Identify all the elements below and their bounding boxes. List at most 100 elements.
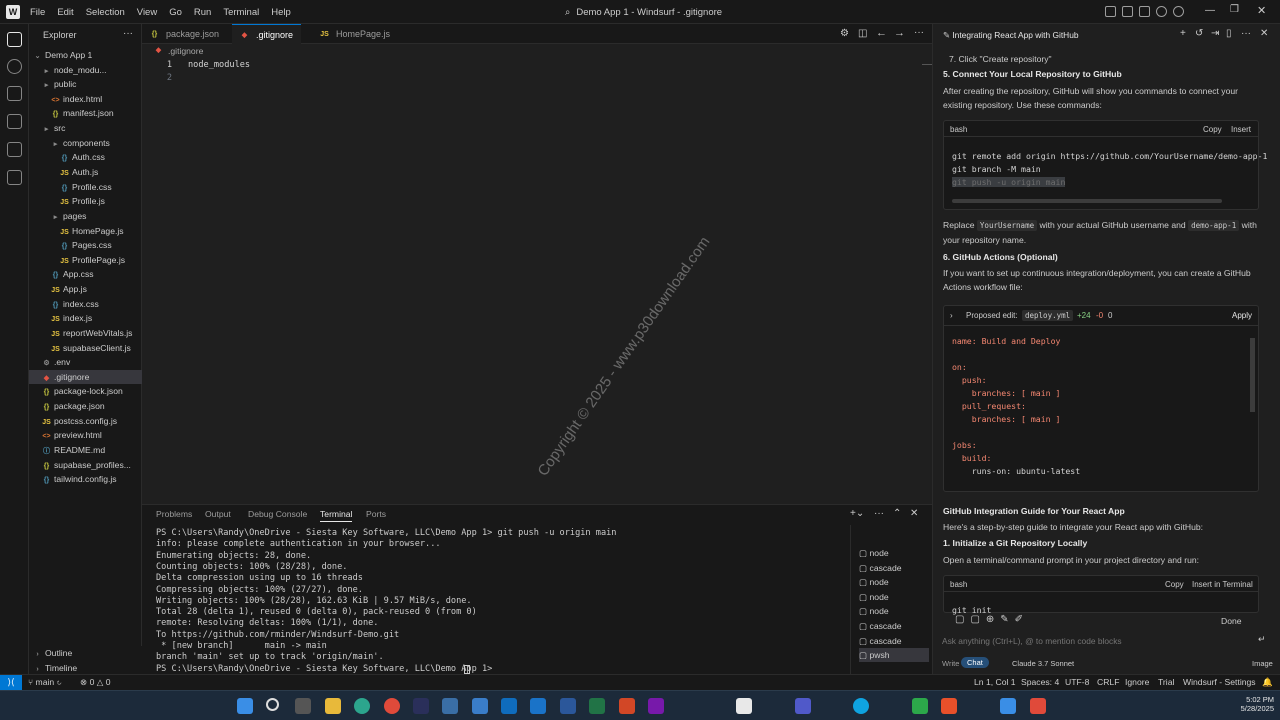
- task-view-icon[interactable]: [295, 698, 311, 714]
- file-item[interactable]: {} supabase_profiles...: [29, 458, 142, 473]
- account-icon[interactable]: [1173, 6, 1184, 17]
- encoding[interactable]: UTF-8: [1065, 677, 1089, 687]
- search-icon[interactable]: [266, 698, 279, 711]
- app-icon[interactable]: [442, 698, 458, 714]
- new-chat-icon[interactable]: +: [1180, 28, 1186, 39]
- file-item[interactable]: {} index.css: [29, 297, 142, 312]
- ignore-status[interactable]: Ignore: [1125, 677, 1149, 687]
- maximize-icon[interactable]: ❐: [1230, 4, 1239, 15]
- onenote-icon[interactable]: [648, 698, 664, 714]
- file-item[interactable]: {} Profile.css: [29, 180, 142, 195]
- tab-ports[interactable]: Ports: [366, 509, 386, 519]
- minimize-icon[interactable]: —: [1205, 5, 1215, 16]
- terminal-instance[interactable]: ▢ node: [859, 590, 929, 604]
- source-control-icon[interactable]: [7, 86, 22, 101]
- maximize-panel-icon[interactable]: ⌃: [893, 508, 901, 519]
- terminal-instance[interactable]: ▢ pwsh: [859, 648, 929, 663]
- app-icon[interactable]: [1030, 698, 1046, 714]
- tab-problems[interactable]: Problems: [156, 509, 192, 519]
- code-editor[interactable]: 1 node_modules 2: [142, 58, 932, 504]
- tab-output[interactable]: Output: [205, 509, 231, 519]
- chrome-icon[interactable]: [384, 698, 400, 714]
- chevron-right-icon[interactable]: ›: [950, 311, 953, 320]
- cursor-position[interactable]: Ln 1, Col 1: [974, 677, 1016, 687]
- run-debug-icon[interactable]: [7, 114, 22, 129]
- excel-icon[interactable]: [589, 698, 605, 714]
- file-item[interactable]: JS postcss.config.js: [29, 414, 142, 429]
- indentation[interactable]: Spaces: 4: [1021, 677, 1059, 687]
- close-panel-icon[interactable]: ✕: [910, 508, 918, 519]
- file-item[interactable]: {} manifest.json: [29, 106, 142, 121]
- file-item[interactable]: ⓘ README.md: [29, 443, 142, 458]
- word-icon[interactable]: [560, 698, 576, 714]
- send-icon[interactable]: ↵: [1258, 634, 1266, 645]
- file-item[interactable]: JS index.js: [29, 311, 142, 326]
- menu-run[interactable]: Run: [188, 7, 217, 18]
- file-item[interactable]: {} package-lock.json: [29, 384, 142, 399]
- file-item[interactable]: {} App.css: [29, 267, 142, 282]
- search-icon[interactable]: [7, 59, 22, 74]
- insert-terminal-button[interactable]: Insert in Terminal: [1192, 580, 1253, 589]
- more-actions-icon[interactable]: ···: [874, 508, 884, 519]
- copy-button[interactable]: Copy: [1203, 125, 1222, 134]
- split-editor-icon[interactable]: ◫: [858, 28, 867, 39]
- problems-indicator[interactable]: ⊗ 0 △ 0: [80, 677, 111, 688]
- tab-package-json[interactable]: {} package.json: [142, 24, 227, 44]
- file-item[interactable]: JS App.js: [29, 282, 142, 297]
- menu-go[interactable]: Go: [163, 7, 188, 18]
- layout-icon[interactable]: [1105, 6, 1116, 17]
- app-icon[interactable]: [413, 698, 429, 714]
- file-item[interactable]: JS ProfilePage.js: [29, 253, 142, 268]
- app-icon[interactable]: [912, 698, 928, 714]
- windows-start-icon[interactable]: [237, 698, 253, 714]
- minimap[interactable]: [922, 64, 932, 65]
- book-icon[interactable]: ▯: [1226, 28, 1232, 39]
- history-icon[interactable]: ↺: [1195, 28, 1203, 39]
- insert-button[interactable]: Insert: [1231, 125, 1251, 134]
- vertical-scrollbar[interactable]: [1250, 338, 1255, 412]
- notifications-icon[interactable]: 🔔: [1262, 677, 1273, 688]
- remote-icon[interactable]: ⟩⟨: [0, 675, 22, 691]
- file-item[interactable]: <> index.html: [29, 92, 142, 107]
- outline-header[interactable]: › Outline: [29, 646, 142, 661]
- tab-gitignore[interactable]: ◆ .gitignore: [232, 24, 302, 44]
- chat-input[interactable]: [942, 634, 1252, 648]
- app-icon[interactable]: [853, 698, 869, 714]
- file-item[interactable]: JS Profile.js: [29, 194, 142, 209]
- folder-item[interactable]: ▸ components: [29, 136, 142, 151]
- model-selector[interactable]: Claude 3.7 Sonnet: [1012, 659, 1074, 668]
- terminal-instance[interactable]: ▢ node: [859, 604, 929, 618]
- file-item[interactable]: {} package.json: [29, 399, 142, 414]
- edge-icon[interactable]: [354, 698, 370, 714]
- new-terminal-icon[interactable]: +⌄: [850, 508, 864, 519]
- windsurf-settings[interactable]: Windsurf - Settings: [1183, 677, 1256, 687]
- project-root[interactable]: ⌄ Demo App 1: [29, 48, 142, 63]
- command-center[interactable]: ⌕ Demo App 1 - Windsurf - .gitignore: [565, 5, 725, 20]
- folder-item[interactable]: ▸ pages: [29, 209, 142, 224]
- chat-mode-toggle[interactable]: Chat: [961, 657, 989, 668]
- proposed-file[interactable]: deploy.yml: [1022, 310, 1074, 321]
- back-arrow-icon[interactable]: ←: [876, 27, 887, 39]
- horizontal-scrollbar[interactable]: [952, 199, 1222, 203]
- chat-input-box[interactable]: ↵: [942, 630, 1272, 654]
- file-item[interactable]: JS reportWebVitals.js: [29, 326, 142, 341]
- file-item[interactable]: JS HomePage.js: [29, 224, 142, 239]
- tab-homepage-js[interactable]: JS HomePage.js: [312, 24, 398, 44]
- menu-file[interactable]: File: [24, 7, 51, 18]
- menu-view[interactable]: View: [131, 7, 163, 18]
- copy-button[interactable]: Copy: [1165, 580, 1184, 589]
- apply-button[interactable]: Apply: [1232, 311, 1252, 320]
- windsurf-logo-icon[interactable]: W: [6, 5, 20, 19]
- terminal-instance[interactable]: ▢ cascade: [859, 634, 929, 648]
- powerpoint-icon[interactable]: [619, 698, 635, 714]
- file-item[interactable]: {} Auth.css: [29, 150, 142, 165]
- menu-terminal[interactable]: Terminal: [217, 7, 265, 18]
- tab-debug-console[interactable]: Debug Console: [248, 509, 307, 519]
- extensions-icon[interactable]: [7, 170, 22, 185]
- write-mode-toggle[interactable]: Write: [942, 659, 959, 668]
- app-icon[interactable]: [530, 698, 546, 714]
- terminal-instance[interactable]: ▢ cascade: [859, 561, 929, 575]
- breadcrumb-file[interactable]: .gitignore: [168, 46, 203, 56]
- more-actions-icon[interactable]: ···: [1241, 28, 1251, 39]
- app-icon[interactable]: [1000, 698, 1016, 714]
